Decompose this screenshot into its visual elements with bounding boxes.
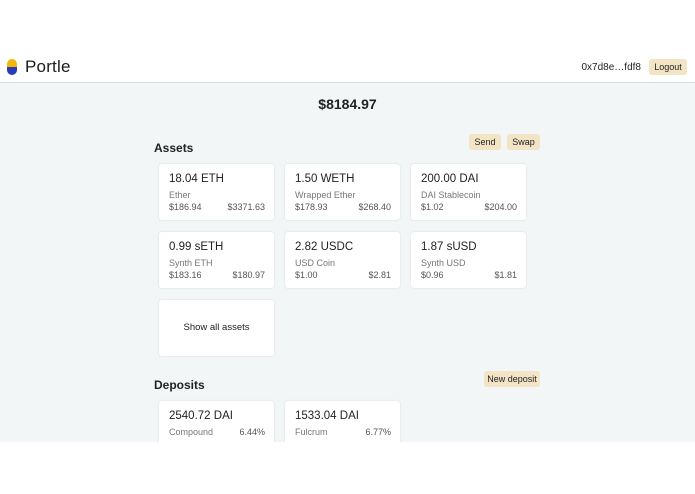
swap-button[interactable]: Swap xyxy=(507,134,540,150)
wallet-address: 0x7d8e…fdf8 xyxy=(581,62,642,73)
asset-name: Wrapped Ether xyxy=(295,190,356,200)
asset-name: Synth ETH xyxy=(169,258,213,268)
asset-price: $0.96 xyxy=(421,270,444,280)
deposit-amount: 1533.04 DAI xyxy=(295,410,359,422)
deposit-rate: 6.77% xyxy=(365,427,391,437)
show-all-assets-button[interactable]: Show all assets xyxy=(159,300,274,356)
asset-name: USD Coin xyxy=(295,258,336,268)
asset-value: $1.81 xyxy=(494,270,517,280)
asset-value: $3371.63 xyxy=(227,202,265,212)
deposit-amount: 2540.72 DAI xyxy=(169,410,233,422)
asset-amount: 1.87 sUSD xyxy=(421,241,477,253)
asset-value: $180.97 xyxy=(232,270,265,280)
asset-price: $1.02 xyxy=(421,202,444,212)
deposit-platform: Fulcrum xyxy=(295,427,328,437)
asset-card-susd[interactable]: 1.87 sUSD Synth USD $0.96 $1.81 xyxy=(411,232,526,288)
asset-name: Ether xyxy=(169,190,191,200)
asset-card-dai[interactable]: 200.00 DAI DAI Stablecoin $1.02 $204.00 xyxy=(411,164,526,220)
asset-card-eth[interactable]: 18.04 ETH Ether $186.94 $3371.63 xyxy=(159,164,274,220)
deposit-rate: 6.44% xyxy=(239,427,265,437)
assets-heading: Assets xyxy=(154,141,194,155)
asset-card-usdc[interactable]: 2.82 USDC USD Coin $1.00 $2.81 xyxy=(285,232,400,288)
app-window: Portle 0x7d8e…fdf8 Logout $8184.97 Asset… xyxy=(0,51,695,442)
send-button[interactable]: Send xyxy=(469,134,501,150)
asset-value: $2.81 xyxy=(368,270,391,280)
asset-price: $178.93 xyxy=(295,202,328,212)
deposit-platform: Compound xyxy=(169,427,214,437)
asset-amount: 200.00 DAI xyxy=(421,173,479,185)
top-bar: Portle 0x7d8e…fdf8 Logout xyxy=(0,51,695,83)
logout-button[interactable]: Logout xyxy=(649,59,687,75)
asset-value: $268.40 xyxy=(358,202,391,212)
asset-price: $1.00 xyxy=(295,270,318,280)
asset-card-seth[interactable]: 0.99 sETH Synth ETH $183.16 $180.97 xyxy=(159,232,274,288)
asset-name: Synth USD xyxy=(421,258,466,268)
asset-amount: 1.50 WETH xyxy=(295,173,355,185)
brand-name: Portle xyxy=(25,57,71,76)
asset-amount: 2.82 USDC xyxy=(295,241,354,253)
asset-card-weth[interactable]: 1.50 WETH Wrapped Ether $178.93 $268.40 xyxy=(285,164,400,220)
portfolio-total: $8184.97 xyxy=(318,96,377,112)
portle-logo-icon xyxy=(7,59,17,75)
deposit-card-compound[interactable]: 2540.72 DAI Compound 6.44% xyxy=(159,401,274,442)
new-deposit-button[interactable]: New deposit xyxy=(484,371,540,387)
deposit-card-fulcrum[interactable]: 1533.04 DAI Fulcrum 6.77% xyxy=(285,401,400,442)
asset-price: $183.16 xyxy=(169,270,202,280)
deposits-heading: Deposits xyxy=(154,378,205,392)
asset-amount: 18.04 ETH xyxy=(169,173,224,185)
asset-amount: 0.99 sETH xyxy=(169,241,224,253)
asset-price: $186.94 xyxy=(169,202,202,212)
asset-value: $204.00 xyxy=(484,202,517,212)
asset-name: DAI Stablecoin xyxy=(421,190,481,200)
